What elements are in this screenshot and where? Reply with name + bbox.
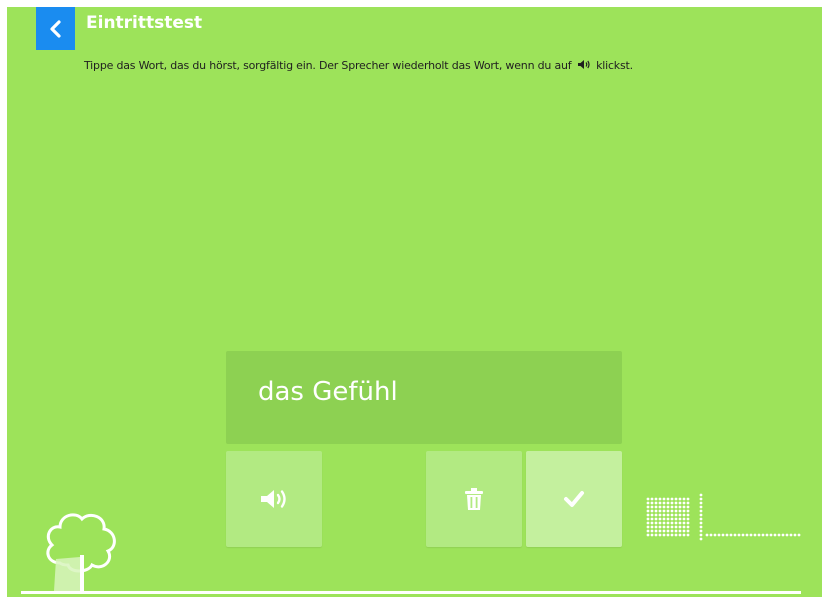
- instruction-text-after: klickst.: [596, 59, 633, 72]
- answer-input[interactable]: das Gefühl: [226, 351, 622, 444]
- instruction-text: Tippe das Wort, das du hörst, sorgfältig…: [84, 59, 633, 73]
- delete-button[interactable]: [426, 451, 522, 547]
- tree-icon: [46, 513, 116, 591]
- confirm-button[interactable]: [526, 451, 622, 547]
- speaker-icon: [261, 490, 286, 508]
- speaker-icon: [577, 59, 591, 73]
- checkmark-icon: [564, 491, 584, 507]
- instruction-text-before: Tippe das Wort, das du hörst, sorgfältig…: [84, 59, 572, 72]
- exercise-screen: Eintrittstest Tippe das Wort, das du hör…: [7, 7, 822, 597]
- chevron-left-icon: [49, 19, 61, 38]
- ground-line: [21, 591, 801, 594]
- answer-text: das Gefühl: [258, 377, 398, 407]
- replay-audio-button[interactable]: [226, 451, 322, 547]
- dot-progress-icon: [646, 493, 801, 541]
- back-button[interactable]: [36, 7, 75, 50]
- trash-icon: [465, 488, 483, 510]
- page-title: Eintrittstest: [86, 13, 203, 33]
